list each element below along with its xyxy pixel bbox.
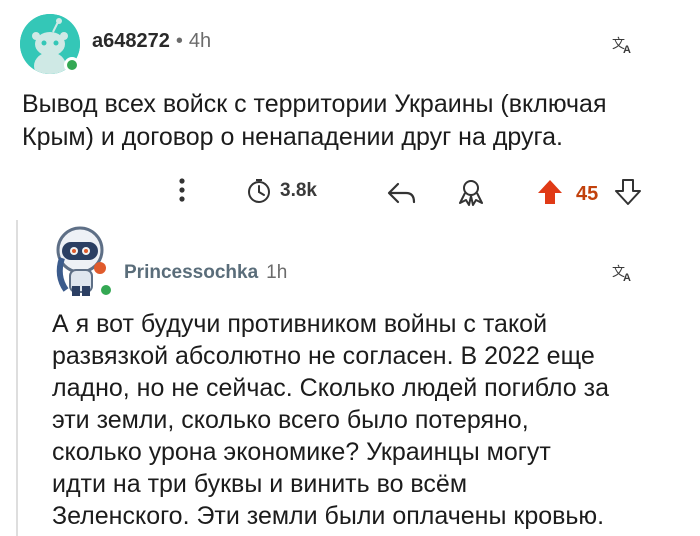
- translate-icon: 文 A: [612, 37, 631, 54]
- reply-username[interactable]: Princessochka: [124, 262, 258, 284]
- comment-username[interactable]: a648272: [92, 30, 170, 53]
- more-options-button[interactable]: [176, 176, 188, 204]
- comment-time: 4h: [188, 30, 212, 52]
- reply-icon: [387, 182, 416, 204]
- reply-line: идти на три буквы и винить во всём: [52, 470, 468, 498]
- meta-separator: •: [175, 30, 183, 52]
- reply-body: А я вот будучи противником войны с такой…: [52, 308, 692, 532]
- thread-line[interactable]: [16, 220, 18, 536]
- translate-button[interactable]: 文 A: [612, 34, 636, 54]
- online-status-dot: [64, 57, 80, 73]
- downvote-button[interactable]: [614, 178, 642, 206]
- award-button[interactable]: 3.8k: [246, 178, 317, 204]
- award-icon: [248, 179, 270, 203]
- comment-line: Вывод всех войск с территории Украины (в…: [22, 90, 607, 118]
- upvote-button[interactable]: [536, 178, 564, 206]
- svg-text:A: A: [623, 44, 631, 54]
- award-count: 3.8k: [280, 180, 317, 201]
- reply-line: ладно, но не сейчас. Сколько людей погиб…: [52, 374, 609, 402]
- share-button[interactable]: [456, 178, 486, 206]
- translate-button[interactable]: 文 A: [612, 262, 636, 282]
- reply-button[interactable]: [386, 180, 418, 206]
- reply-header: Princessochka 1h: [124, 262, 287, 284]
- reply-line: сколько урона экономике? Украинцы могут: [52, 438, 551, 466]
- comment-line: Крым) и договор о ненападении друг на др…: [22, 123, 563, 151]
- reply-line: развязкой абсолютно не согласен. В 2022 …: [52, 342, 595, 370]
- online-status-dot: [98, 282, 114, 298]
- downvote-icon: [615, 179, 641, 205]
- comment-body: Вывод всех войск с территории Украины (в…: [22, 88, 607, 154]
- reply-line: эти земли, сколько всего было потеряно,: [52, 406, 529, 434]
- reply-line: Зеленского. Эти земли были оплачены кров…: [52, 502, 605, 530]
- comment-header: a648272 • 4h: [92, 30, 211, 53]
- reply-line: А я вот будучи противником войны с такой: [52, 310, 548, 338]
- upvote-icon: [538, 180, 562, 204]
- share-icon: [459, 180, 483, 206]
- reply-time: 1h: [266, 262, 288, 283]
- more-vertical-icon: [179, 178, 185, 202]
- translate-icon: 文 A: [612, 265, 631, 282]
- score: 45: [576, 183, 599, 205]
- svg-text:A: A: [623, 272, 631, 282]
